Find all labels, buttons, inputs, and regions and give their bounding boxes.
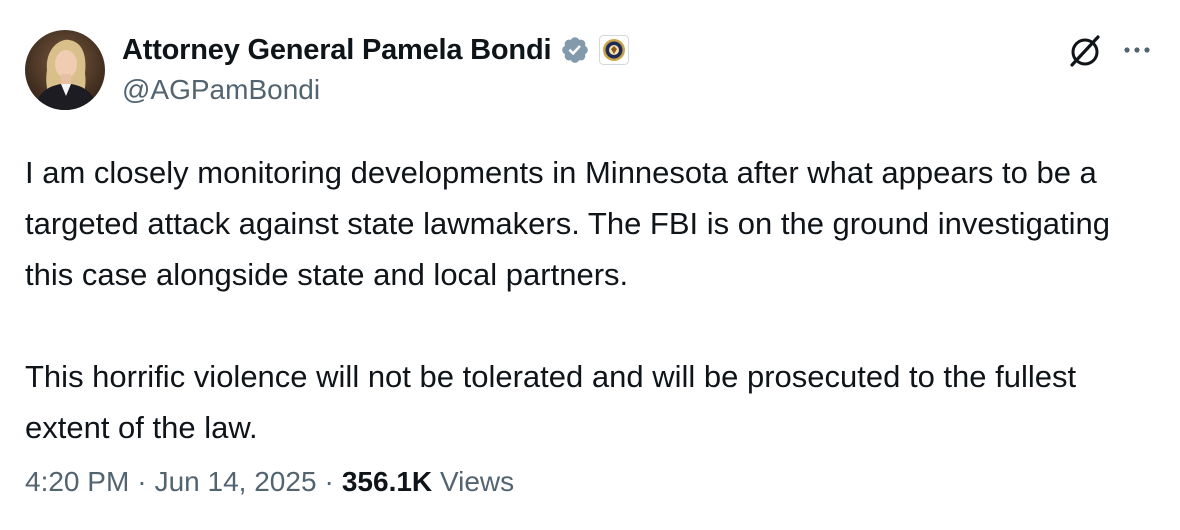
avatar-photo: [25, 30, 105, 110]
doj-seal-icon[interactable]: [599, 35, 630, 65]
tweet-meta: 4:20 PM · Jun 14, 2025 · 356.1K Views: [25, 466, 514, 498]
author-display-name[interactable]: Attorney General Pamela Bondi: [122, 34, 552, 67]
more-options-icon: [1124, 47, 1150, 53]
meta-separator: ·: [324, 466, 334, 497]
tweet-paragraph: This horrific violence will not be toler…: [25, 359, 1077, 445]
views-label: Views: [439, 466, 515, 497]
verified-badge-icon[interactable]: [560, 35, 590, 65]
views-count: 356.1K: [341, 466, 433, 497]
author-name-row: Attorney General Pamela Bondi: [122, 30, 630, 70]
grok-button[interactable]: [1063, 28, 1107, 72]
more-options-button[interactable]: [1115, 32, 1159, 68]
grok-icon: [1070, 35, 1100, 67]
tweet-time[interactable]: 4:20 PM: [25, 466, 129, 497]
avatar[interactable]: [25, 30, 105, 110]
tweet-paragraph: I am closely monitoring developments in …: [25, 155, 1111, 292]
tweet-text: I am closely monitoring developments in …: [25, 147, 1165, 453]
author-handle[interactable]: @AGPamBondi: [122, 74, 320, 106]
meta-separator: ·: [137, 466, 147, 497]
tweet-date[interactable]: Jun 14, 2025: [155, 466, 317, 497]
